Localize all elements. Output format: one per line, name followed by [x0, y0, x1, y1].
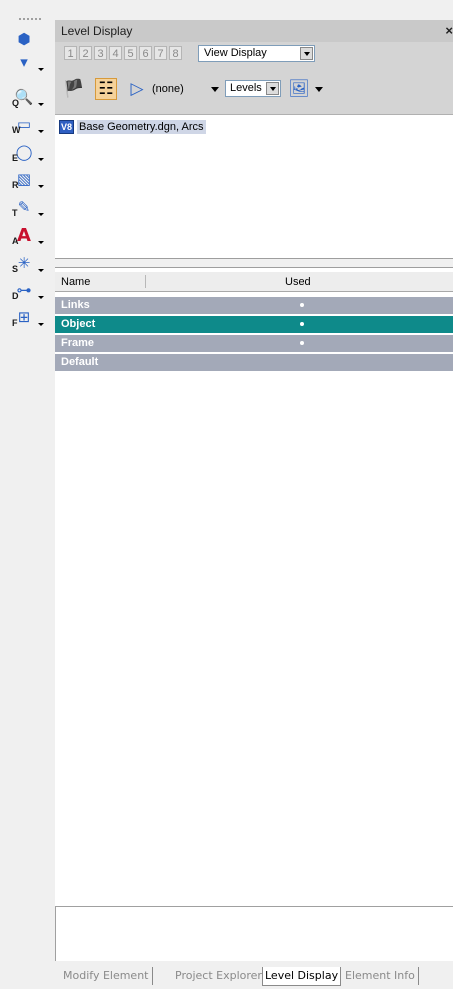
view-button-1[interactable]: 1	[64, 46, 77, 60]
tree-item-model[interactable]: V8 Base Geometry.dgn, Arcs	[59, 119, 206, 135]
view-button-3[interactable]: 3	[94, 46, 107, 60]
chevron-down-icon[interactable]	[266, 82, 279, 95]
level-list: Name Used Links Object Frame Default	[55, 268, 453, 906]
column-header-used[interactable]: Used	[285, 276, 311, 288]
tool-1[interactable]: ▾	[10, 51, 44, 73]
level-name: Object	[61, 318, 96, 330]
selection-dropdown-icon: ▾	[20, 53, 28, 71]
level-toolbar: 🏴 ☷ ▷ (none) Levels 🖼	[55, 64, 453, 114]
levels-select[interactable]: Levels	[225, 80, 281, 97]
tool-f[interactable]: ⊞ F	[10, 306, 44, 328]
main-tool-palette: ⬢ ▾ 🔍 Q ▭ W ◯ E ▧ R ✎ T A A ✳ S ⊶ D ⊞ F	[0, 0, 48, 989]
flyout-arrow-icon	[38, 185, 44, 188]
tab-modify-element[interactable]: Modify Element	[63, 967, 153, 985]
flyout-arrow-icon	[38, 323, 44, 326]
pane-splitter[interactable]	[55, 258, 453, 268]
highlight-level-icon[interactable]: 🏴	[63, 78, 85, 100]
tool-shortcut-label: S	[12, 264, 19, 274]
panel-tabs: Modify Element Project Explorer Level Disp…	[55, 961, 453, 989]
tab-level-display[interactable]: Level Display	[262, 967, 342, 986]
flyout-arrow-icon	[38, 103, 44, 106]
element-selection-icon: ⬢	[17, 30, 31, 48]
tool-s[interactable]: ✳ S	[10, 252, 44, 274]
level-name: Default	[61, 356, 99, 368]
tool-shortcut-label: E	[12, 153, 19, 163]
view-display-value: View Display	[204, 47, 267, 59]
view-button-8[interactable]: 8	[169, 46, 182, 60]
flyout-arrow-icon	[38, 241, 44, 244]
tab-project-explorer[interactable]: Project Explorer	[175, 967, 266, 985]
model-tree: V8 Base Geometry.dgn, Arcs	[55, 114, 453, 259]
view-display-select[interactable]: View Display	[198, 45, 315, 62]
level-row[interactable]: Object	[55, 316, 453, 333]
tool-w[interactable]: ▭ W	[10, 113, 44, 135]
level-row[interactable]: Links	[55, 297, 453, 314]
panel-title: Level Display	[61, 24, 133, 38]
view-button-4[interactable]: 4	[109, 46, 122, 60]
flyout-arrow-icon	[38, 296, 44, 299]
flyout-arrow-icon	[38, 213, 44, 216]
tool-r[interactable]: ▧ R	[10, 168, 44, 190]
used-indicator-icon	[300, 303, 304, 307]
tool-q[interactable]: 🔍 Q	[10, 86, 44, 108]
palette-grip[interactable]	[18, 17, 42, 21]
tool-t[interactable]: ✎ T	[10, 196, 44, 218]
tool-shortcut-label: D	[12, 291, 19, 301]
tool-shortcut-label: Q	[12, 98, 20, 108]
level-row[interactable]: Frame	[55, 335, 453, 352]
dgn-model-icon: V8	[59, 120, 74, 134]
column-separator[interactable]	[145, 275, 146, 288]
list-header: Name Used	[55, 272, 453, 292]
tool-shortcut-label: R	[12, 180, 19, 190]
tool-a[interactable]: AA	[10, 224, 44, 246]
flyout-arrow-icon	[38, 130, 44, 133]
level-name: Links	[61, 299, 90, 311]
tool-shortcut-label: F	[12, 318, 18, 328]
tab-element-info[interactable]: Element Info	[345, 967, 419, 985]
chevron-down-icon[interactable]	[300, 47, 313, 60]
view-button-5[interactable]: 5	[124, 46, 137, 60]
filter-funnel-icon[interactable]: ▷	[126, 78, 148, 100]
tree-item-label: Base Geometry.dgn, Arcs	[77, 120, 206, 134]
tool-shortcut-label: W	[12, 125, 21, 135]
view-toolbar: 12345678 View Display	[55, 42, 453, 64]
tool-e[interactable]: ◯ E	[10, 141, 44, 163]
column-header-name[interactable]: Name	[61, 276, 90, 288]
filter-value[interactable]: (none)	[152, 83, 184, 95]
tool-d[interactable]: ⊶ D	[10, 279, 44, 301]
used-indicator-icon	[300, 322, 304, 326]
level-row[interactable]: Default	[55, 354, 453, 371]
view-button-7[interactable]: 7	[154, 46, 167, 60]
view-button-6[interactable]: 6	[139, 46, 152, 60]
levels-select-value: Levels	[230, 82, 262, 94]
tool-shortcut-label: A	[12, 236, 19, 246]
level-manager-icon[interactable]: 🖼	[288, 78, 310, 100]
flyout-arrow-icon	[38, 158, 44, 161]
list-bottom-border	[55, 906, 453, 907]
filter-dropdown-icon[interactable]	[211, 87, 219, 92]
flyout-arrow-icon	[38, 68, 44, 71]
panel-titlebar[interactable]: Level Display ×	[55, 20, 453, 42]
tool-0[interactable]: ⬢	[10, 28, 44, 50]
level-manager-dropdown-icon[interactable]	[315, 87, 323, 92]
tree-view-icon[interactable]: ☷	[95, 78, 117, 100]
tool-shortcut-label: T	[12, 208, 18, 218]
used-indicator-icon	[300, 341, 304, 345]
level-name: Frame	[61, 337, 95, 349]
flyout-arrow-icon	[38, 269, 44, 272]
close-icon[interactable]: ×	[445, 23, 453, 38]
view-button-2[interactable]: 2	[79, 46, 92, 60]
